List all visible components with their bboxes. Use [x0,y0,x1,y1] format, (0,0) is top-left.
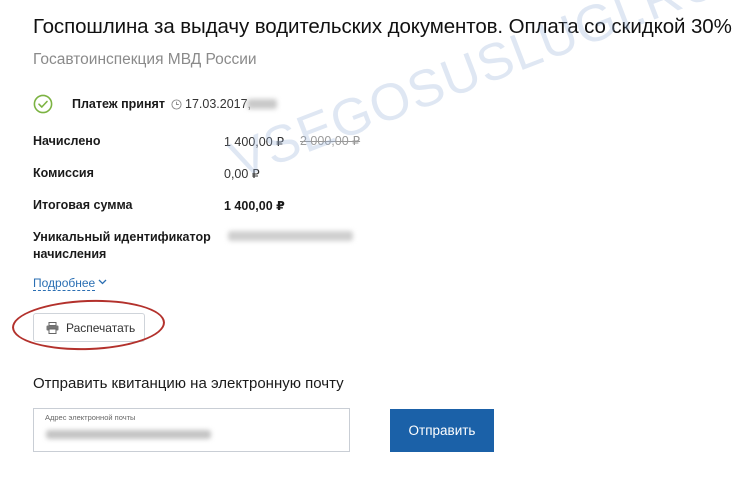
status-date: 17.03.2017, [185,97,252,111]
blurred-time [247,99,277,109]
total-label: Итоговая сумма [33,198,133,212]
email-section-title: Отправить квитанцию на электронную почту [33,375,344,392]
charged-label: Начислено [33,134,101,148]
status-label: Платеж принят [72,97,165,111]
check-circle-icon [33,94,53,114]
clock-icon [171,99,182,110]
blurred-uin [228,231,353,241]
highlight-circle [11,297,166,353]
commission-label: Комиссия [33,166,94,180]
uin-label: Уникальный идентификатор начисления [33,230,211,261]
chevron-down-icon[interactable] [98,279,107,285]
total-value: 1 400,00 ₽ [224,199,285,213]
email-input-label: Адрес электронной почты [45,413,136,422]
email-input[interactable]: Адрес электронной почты [33,408,350,452]
details-link[interactable]: Подробнее [33,276,96,291]
blurred-email-value [46,430,211,439]
send-button[interactable]: Отправить [390,409,494,452]
page-subtitle: Госавтоинспекция МВД России [33,51,257,68]
